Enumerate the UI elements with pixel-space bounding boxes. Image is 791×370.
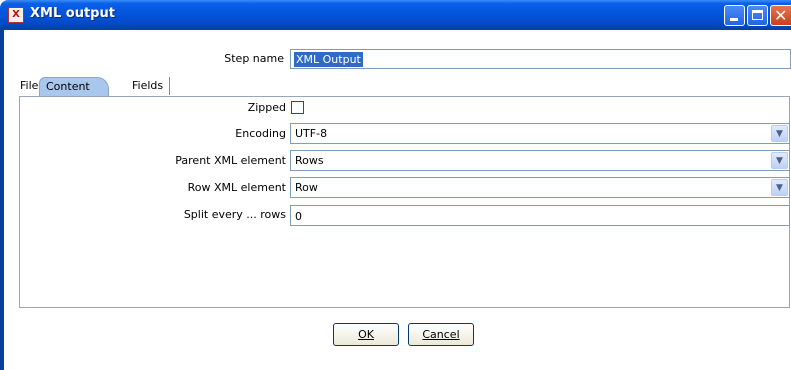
split-rows-value: 0 (295, 210, 302, 223)
close-icon: ✕ (774, 6, 788, 25)
parent-xml-element-label: Parent XML element (175, 154, 286, 167)
split-rows-label: Split every ... rows (183, 208, 286, 221)
minimize-button[interactable] (724, 5, 745, 26)
title-bar[interactable]: X XML output ✕ (0, 0, 791, 30)
tab-content[interactable]: Content (39, 77, 109, 96)
cancel-button[interactable]: Cancel (408, 323, 474, 346)
window-title: XML output (30, 6, 115, 21)
zipped-label: Zipped (247, 101, 286, 114)
chevron-down-icon[interactable]: ▼ (771, 152, 788, 169)
encoding-value: UTF-8 (295, 127, 328, 140)
step-name-label: Step name (224, 52, 284, 65)
window-border (0, 30, 4, 370)
chevron-down-icon[interactable]: ▼ (771, 179, 788, 196)
ok-label: OK (358, 328, 374, 341)
minimize-icon (730, 18, 738, 21)
maximize-icon (752, 10, 763, 20)
maximize-button[interactable] (747, 5, 768, 26)
row-xml-element-select[interactable]: Row ▼ (290, 177, 790, 198)
close-button[interactable]: ✕ (770, 5, 791, 26)
tab-file[interactable]: File (20, 77, 38, 95)
split-rows-input[interactable]: 0 (290, 205, 790, 226)
encoding-select[interactable]: UTF-8 ▼ (290, 123, 790, 144)
cancel-label: Cancel (422, 328, 460, 341)
parent-xml-element-value: Rows (295, 154, 324, 167)
step-name-value: XML Output (294, 52, 363, 67)
step-name-input[interactable]: XML Output (290, 49, 791, 69)
parent-xml-element-select[interactable]: Rows ▼ (290, 150, 790, 171)
chevron-down-icon[interactable]: ▼ (771, 125, 788, 142)
kettle-xml-icon: X (8, 7, 24, 23)
ok-button[interactable]: OK (333, 323, 399, 346)
zipped-checkbox[interactable] (291, 101, 304, 114)
encoding-label: Encoding (235, 127, 286, 140)
tab-fields[interactable]: Fields (112, 77, 171, 95)
row-xml-element-value: Row (295, 181, 318, 194)
row-xml-element-label: Row XML element (187, 181, 286, 194)
